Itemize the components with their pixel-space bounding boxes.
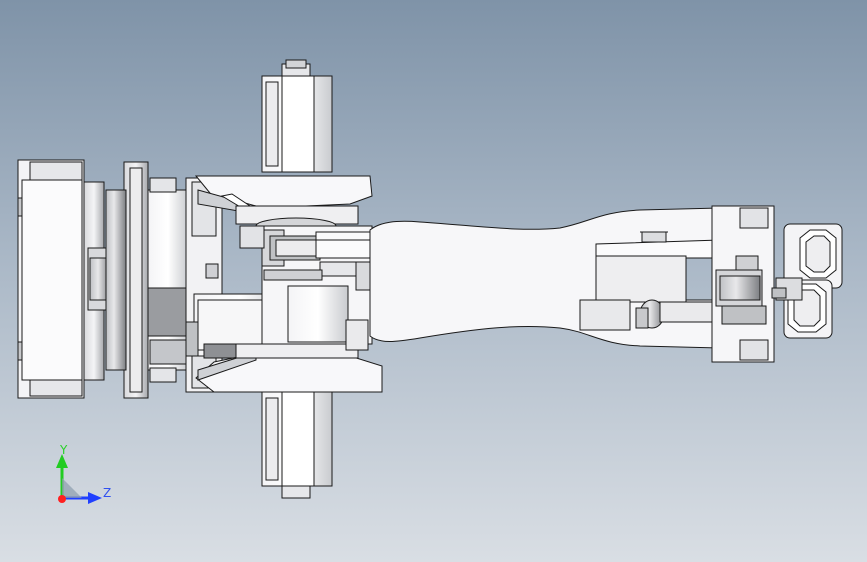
y-axis-label: Y — [60, 443, 68, 457]
coordinate-triad — [56, 454, 102, 504]
wrist-housing — [711, 205, 775, 363]
z-axis-arrow-icon — [88, 492, 102, 504]
bottom-wheel — [261, 391, 333, 499]
turret — [185, 177, 223, 393]
z-axis-label: Z — [103, 486, 112, 500]
x-axis-dot-icon — [58, 495, 66, 503]
end-effector — [771, 223, 843, 339]
forearm-body — [369, 207, 721, 349]
cad-viewport[interactable]: Y Z — [0, 0, 867, 562]
top-wheel — [261, 59, 333, 173]
xy-plane-icon — [62, 478, 82, 498]
base-flange — [105, 161, 193, 399]
base-plate — [17, 159, 111, 399]
robot-arm-model[interactable] — [0, 0, 867, 562]
